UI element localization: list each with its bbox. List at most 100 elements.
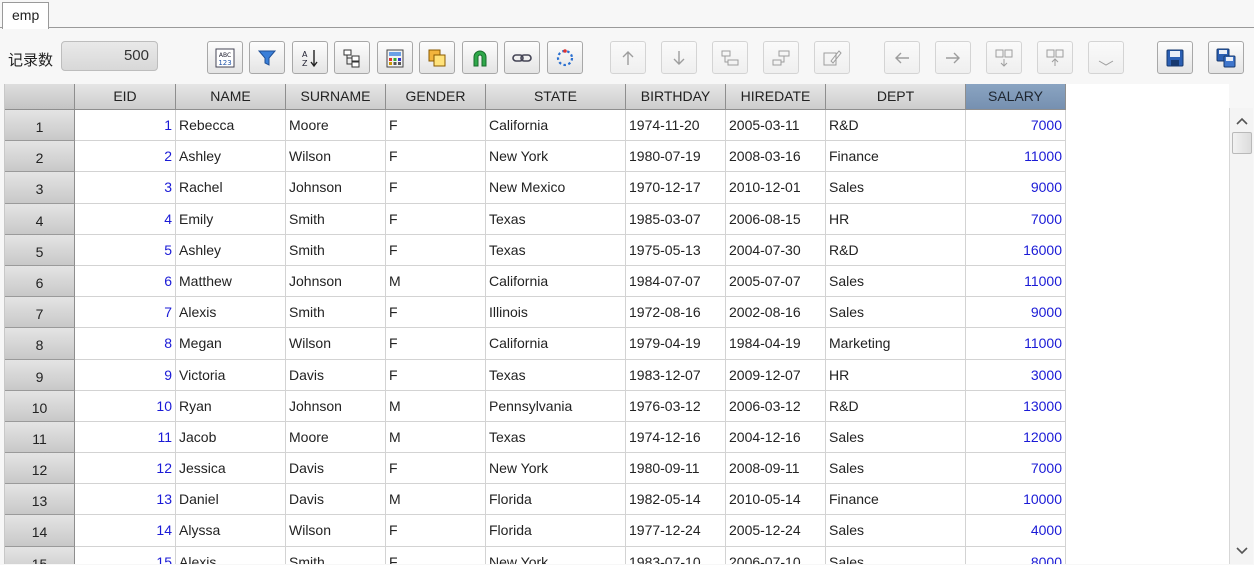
cell-state[interactable]: Texas xyxy=(486,421,626,454)
cell-hiredate[interactable]: 2005-12-24 xyxy=(726,515,826,547)
scrollbar-thumb[interactable] xyxy=(1232,132,1252,154)
cell-gender[interactable]: F xyxy=(386,515,486,547)
filter-button[interactable] xyxy=(249,41,285,74)
group-button[interactable] xyxy=(334,41,370,74)
cell-state[interactable]: California xyxy=(486,110,626,142)
table-row[interactable]: 5 5 Ashley Smith F Texas 1975-05-13 2004-07-30 R… xyxy=(5,234,1066,266)
column-header-dept[interactable]: DEPT xyxy=(826,84,966,110)
cell-state[interactable]: Texas xyxy=(486,203,626,235)
cell-surname[interactable]: Davis xyxy=(286,453,386,485)
cell-name[interactable]: Ashley xyxy=(176,141,286,173)
table-row[interactable]: 8 8 Megan Wilson F California 1979-04-19 1984-0… xyxy=(5,328,1066,360)
cell-eid[interactable]: 6 xyxy=(75,265,176,298)
cell-name[interactable]: Rachel xyxy=(176,172,286,204)
cell-hiredate[interactable]: 2008-03-16 xyxy=(726,141,826,173)
table-row[interactable]: 3 3 Rachel Johnson F New Mexico 1970-12-17 2010… xyxy=(5,172,1066,204)
delete-column-button[interactable] xyxy=(1088,41,1124,74)
cell-surname[interactable]: Smith xyxy=(286,234,386,266)
cell-eid[interactable]: 11 xyxy=(75,421,176,454)
cell-state[interactable]: New Mexico xyxy=(486,172,626,204)
save-button[interactable] xyxy=(1157,41,1193,74)
cell-surname[interactable]: Davis xyxy=(286,359,386,391)
move-down-button[interactable] xyxy=(661,41,697,74)
column-header-hiredate[interactable]: HIREDATE xyxy=(726,84,826,110)
cell-salary[interactable]: 16000 xyxy=(966,234,1066,266)
magnet-button[interactable] xyxy=(462,41,498,74)
cell-surname[interactable]: Moore xyxy=(286,110,386,142)
cell-eid[interactable]: 1 xyxy=(75,110,176,142)
row-number[interactable]: 13 xyxy=(5,484,75,516)
edit-button[interactable] xyxy=(814,41,850,74)
cell-name[interactable]: Matthew xyxy=(176,265,286,298)
cell-birthday[interactable]: 1974-12-16 xyxy=(626,421,726,454)
cell-surname[interactable]: Wilson xyxy=(286,141,386,173)
scroll-down-arrow-icon[interactable] xyxy=(1231,540,1253,562)
cell-hiredate[interactable]: 1984-04-19 xyxy=(726,328,826,360)
row-number[interactable]: 12 xyxy=(5,453,75,485)
cell-hiredate[interactable]: 2010-05-14 xyxy=(726,484,826,516)
row-number[interactable]: 6 xyxy=(5,265,75,298)
cell-salary[interactable]: 10000 xyxy=(966,484,1066,516)
cell-hiredate[interactable]: 2004-12-16 xyxy=(726,421,826,454)
indent-button[interactable] xyxy=(712,41,748,74)
cell-salary[interactable]: 9000 xyxy=(966,297,1066,329)
cell-dept[interactable]: R&D xyxy=(826,110,966,142)
cell-birthday[interactable]: 1985-03-07 xyxy=(626,203,726,235)
cell-gender[interactable]: M xyxy=(386,421,486,454)
cell-eid[interactable]: 8 xyxy=(75,328,176,360)
table-row[interactable]: 7 7 Alexis Smith F Illinois 1972-08-16 2002-08-… xyxy=(5,297,1066,329)
cell-salary[interactable]: 3000 xyxy=(966,359,1066,391)
cell-birthday[interactable]: 1979-04-19 xyxy=(626,328,726,360)
insert-before-button[interactable] xyxy=(986,41,1022,74)
row-number[interactable]: 11 xyxy=(5,421,75,454)
cell-name[interactable]: Victoria xyxy=(176,359,286,391)
column-header-surname[interactable]: SURNAME xyxy=(286,84,386,110)
refresh-button[interactable] xyxy=(547,41,583,74)
cell-hiredate[interactable]: 2006-03-12 xyxy=(726,390,826,422)
cell-gender[interactable]: F xyxy=(386,203,486,235)
cell-dept[interactable]: R&D xyxy=(826,234,966,266)
cell-eid[interactable]: 3 xyxy=(75,172,176,204)
row-number[interactable]: 9 xyxy=(5,359,75,391)
cell-dept[interactable]: Sales xyxy=(826,453,966,485)
cell-birthday[interactable]: 1980-07-19 xyxy=(626,141,726,173)
cell-hiredate[interactable]: 2005-07-07 xyxy=(726,265,826,298)
cell-eid[interactable]: 15 xyxy=(75,546,176,564)
cell-state[interactable]: Texas xyxy=(486,234,626,266)
cell-name[interactable]: Ashley xyxy=(176,234,286,266)
table-row[interactable]: 1 1 Rebecca Moore F California 1974-11-20 2005-… xyxy=(5,110,1066,142)
cell-name[interactable]: Jacob xyxy=(176,421,286,454)
cell-salary[interactable]: 11000 xyxy=(966,265,1066,298)
row-number[interactable]: 7 xyxy=(5,297,75,329)
cell-birthday[interactable]: 1975-05-13 xyxy=(626,234,726,266)
outdent-button[interactable] xyxy=(763,41,799,74)
move-right-button[interactable] xyxy=(935,41,971,74)
cell-eid[interactable]: 4 xyxy=(75,203,176,235)
cell-dept[interactable]: Finance xyxy=(826,484,966,516)
cell-eid[interactable]: 7 xyxy=(75,297,176,329)
table-row[interactable]: 13 13 Daniel Davis M Florida 1982-05-14 2010-05… xyxy=(5,484,1066,516)
row-number[interactable]: 15 xyxy=(5,546,75,564)
abc123-button[interactable]: ABC 123 xyxy=(207,41,243,74)
cell-surname[interactable]: Johnson xyxy=(286,265,386,298)
cell-salary[interactable]: 11000 xyxy=(966,328,1066,360)
cell-name[interactable]: Rebecca xyxy=(176,110,286,142)
cell-dept[interactable]: Sales xyxy=(826,546,966,564)
table-row[interactable]: 6 6 Matthew Johnson M California 1984-07-07 200… xyxy=(5,265,1066,298)
cell-salary[interactable]: 8000 xyxy=(966,546,1066,564)
cell-state[interactable]: New York xyxy=(486,453,626,485)
table-row[interactable]: 12 12 Jessica Davis F New York 1980-09-11 2008-… xyxy=(5,453,1066,485)
column-header-birthday[interactable]: BIRTHDAY xyxy=(626,84,726,110)
cell-gender[interactable]: F xyxy=(386,328,486,360)
cell-gender[interactable]: M xyxy=(386,265,486,298)
cell-state[interactable]: Illinois xyxy=(486,297,626,329)
cell-hiredate[interactable]: 2006-08-15 xyxy=(726,203,826,235)
cell-surname[interactable]: Johnson xyxy=(286,172,386,204)
cell-salary[interactable]: 12000 xyxy=(966,421,1066,454)
row-number[interactable]: 5 xyxy=(5,234,75,266)
cell-gender[interactable]: M xyxy=(386,484,486,516)
cell-surname[interactable]: Smith xyxy=(286,203,386,235)
cell-birthday[interactable]: 1976-03-12 xyxy=(626,390,726,422)
column-header-name[interactable]: NAME xyxy=(176,84,286,110)
cell-eid[interactable]: 14 xyxy=(75,515,176,547)
